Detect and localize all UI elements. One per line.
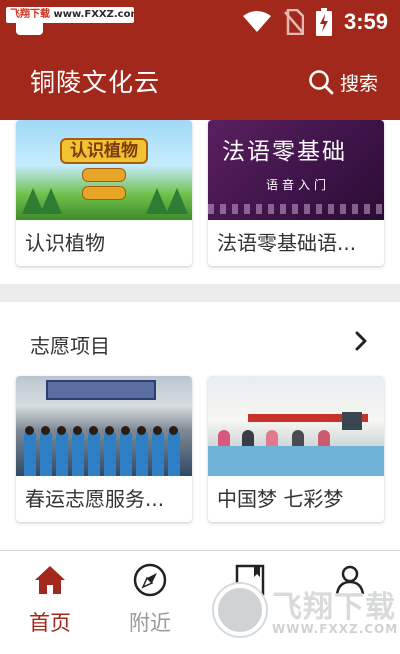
head-shape xyxy=(57,426,66,435)
head-shape xyxy=(73,426,82,435)
volunteer-title: 春运志愿服务... xyxy=(25,487,165,511)
nav-item-nearby[interactable]: 附近 xyxy=(100,563,200,637)
person-shape xyxy=(72,430,84,476)
search-label: 搜索 xyxy=(339,72,378,95)
watermark-badge: 飞翔下载 www.FXXZ.com xyxy=(6,7,134,23)
person-shape xyxy=(24,430,36,476)
screen-shape xyxy=(342,412,362,430)
compass-icon xyxy=(100,563,200,599)
person-shape xyxy=(168,430,180,476)
volunteer-card[interactable]: 中国梦 七彩梦 xyxy=(208,376,384,522)
nav-label: 首页 xyxy=(29,611,71,635)
thumbnail-banner-shape xyxy=(46,380,156,400)
person-shape xyxy=(56,430,68,476)
no-sim-icon xyxy=(284,9,304,35)
head-shape xyxy=(121,426,130,435)
section-title: 志愿项目 xyxy=(30,334,110,358)
course-title: 认识植物 xyxy=(25,231,105,255)
search-icon xyxy=(308,69,334,95)
courses-section: 认识植物 认识植物 法语零基础 语音入门 法语零基础语... xyxy=(0,120,400,284)
watermark-logo-url: WWW.FXXZ.COM xyxy=(272,622,399,636)
course-thumbnail-text: 法语零基础 xyxy=(222,139,347,165)
course-thumbnail: 认识植物 xyxy=(16,120,192,220)
app-bar: 铜陵文化云 搜索 xyxy=(0,44,400,120)
course-thumbnail-subtext: 语音入门 xyxy=(266,178,331,192)
head-shape xyxy=(105,426,114,435)
volunteer-card[interactable]: 春运志愿服务... xyxy=(16,376,192,522)
thumbnail-decoration xyxy=(208,204,384,214)
nav-label: 附近 xyxy=(129,611,171,635)
course-title: 法语零基础语... xyxy=(217,231,357,255)
thumbnail-button-shape xyxy=(82,168,126,182)
table-shape xyxy=(208,446,384,476)
head-shape xyxy=(153,426,162,435)
course-card[interactable]: 认识植物 认识植物 xyxy=(16,120,192,266)
watermark-brand: 飞翔下载 xyxy=(10,9,50,20)
person-shape xyxy=(120,430,132,476)
tree-shape xyxy=(146,188,168,214)
tree-shape xyxy=(40,188,62,214)
content-area[interactable]: 认识植物 认识植物 法语零基础 语音入门 法语零基础语... 志愿项目 春运志愿… xyxy=(0,120,400,550)
head-shape xyxy=(89,426,98,435)
battery-charging-icon xyxy=(315,8,332,36)
home-icon xyxy=(0,563,100,599)
course-thumbnail-text: 认识植物 xyxy=(60,138,148,164)
person-shape xyxy=(104,430,116,476)
watermark-logo: 飞翔下载 WWW.FXXZ.COM xyxy=(214,580,400,644)
head-shape xyxy=(25,426,34,435)
chevron-right-icon[interactable] xyxy=(354,330,368,356)
volunteer-thumbnail xyxy=(16,376,192,476)
person-shape xyxy=(152,430,164,476)
head-shape xyxy=(169,426,178,435)
person-shape xyxy=(88,430,100,476)
volunteer-title: 中国梦 七彩梦 xyxy=(217,487,344,511)
status-bar: 飞翔下载 www.FXXZ.com 3:59 xyxy=(0,0,400,44)
course-card[interactable]: 法语零基础 语音入门 法语零基础语... xyxy=(208,120,384,266)
person-shape xyxy=(40,430,52,476)
status-time: 3:59 xyxy=(343,9,388,34)
watermark-url: www.FXXZ.com xyxy=(53,9,134,20)
wifi-icon xyxy=(242,10,272,34)
app-title: 铜陵文化云 xyxy=(30,68,161,97)
volunteer-thumbnail xyxy=(208,376,384,476)
watermark-logo-brand: 飞翔下载 xyxy=(272,590,396,625)
head-shape xyxy=(137,426,146,435)
nav-item-home[interactable]: 首页 xyxy=(0,563,100,637)
tree-shape xyxy=(166,188,188,214)
volunteer-section: 志愿项目 春运志愿服务... 中国梦 七彩梦 xyxy=(0,302,400,550)
thumbnail-button-shape xyxy=(82,186,126,200)
person-shape xyxy=(136,430,148,476)
head-shape xyxy=(41,426,50,435)
search-button[interactable]: 搜索 xyxy=(308,66,378,98)
watermark-circle xyxy=(214,584,266,636)
watermark-shape xyxy=(16,22,43,35)
course-thumbnail: 法语零基础 语音入门 xyxy=(208,120,384,220)
